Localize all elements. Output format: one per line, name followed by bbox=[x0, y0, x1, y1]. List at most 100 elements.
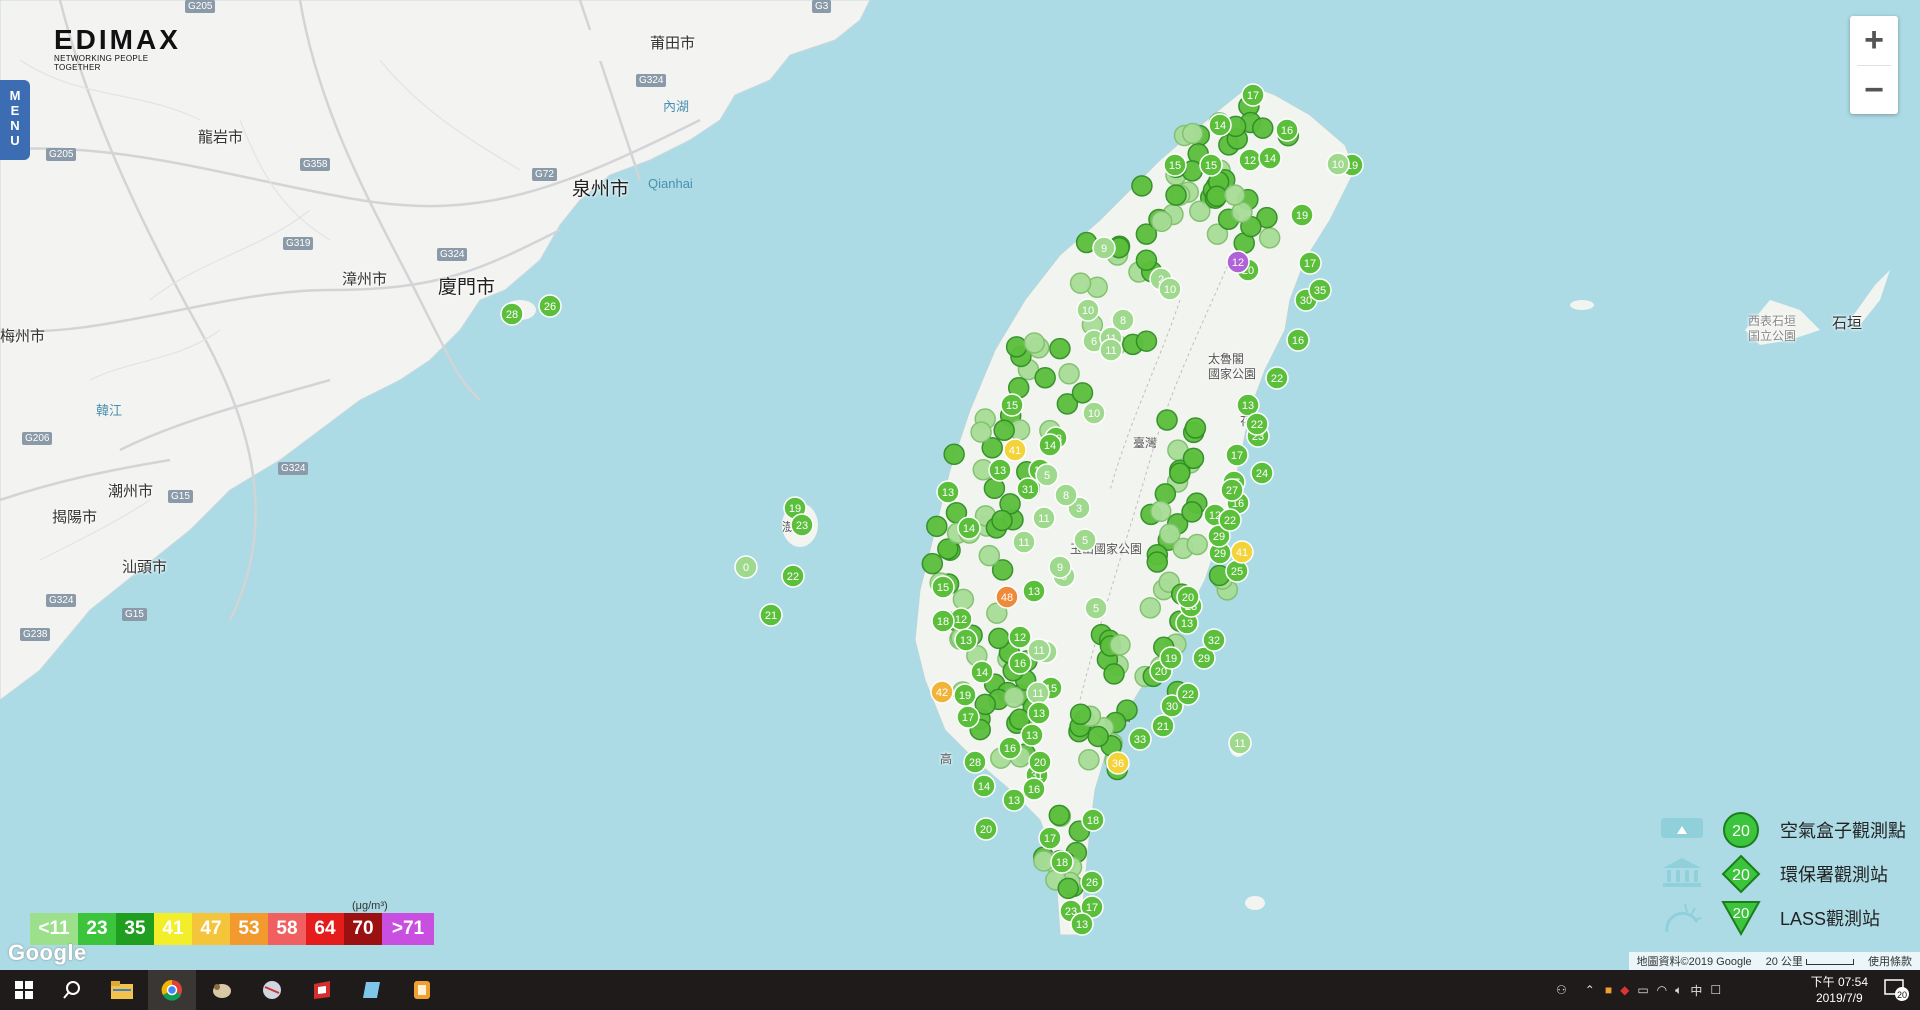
aqi-marker[interactable]: 17 bbox=[1241, 83, 1265, 107]
aqi-marker[interactable]: 18 bbox=[1050, 850, 1074, 874]
aqi-marker[interactable]: 11 bbox=[1027, 638, 1051, 662]
zoom-in-button[interactable]: + bbox=[1850, 16, 1898, 65]
aqi-marker[interactable]: 10 bbox=[1158, 277, 1182, 301]
chevron-up-icon[interactable]: ⌃ bbox=[1585, 983, 1595, 997]
aqi-marker[interactable]: 22 bbox=[781, 564, 805, 588]
aqi-marker[interactable]: 19 bbox=[1290, 203, 1314, 227]
aqi-marker[interactable]: 14 bbox=[1208, 113, 1232, 137]
aqi-marker[interactable]: 26 bbox=[538, 294, 562, 318]
aqi-marker[interactable]: 17 bbox=[1298, 251, 1322, 275]
aqi-marker[interactable]: 13 bbox=[954, 628, 978, 652]
aqi-marker[interactable]: 10 bbox=[1326, 152, 1350, 176]
aqi-marker[interactable]: 11 bbox=[1026, 681, 1050, 705]
aqi-marker[interactable]: 5 bbox=[1073, 528, 1097, 552]
aqi-marker[interactable]: 13 bbox=[1002, 788, 1026, 812]
aqi-marker[interactable]: 27 bbox=[1220, 478, 1244, 502]
aqi-marker[interactable]: 33 bbox=[1128, 727, 1152, 751]
aqi-marker[interactable]: 32 bbox=[1202, 628, 1226, 652]
ime-mode-icon[interactable]: ☐ bbox=[1710, 983, 1721, 997]
aqi-marker[interactable]: 12 bbox=[1008, 625, 1032, 649]
aqi-marker[interactable]: 8 bbox=[1054, 483, 1078, 507]
aqi-marker[interactable]: 9 bbox=[1048, 555, 1072, 579]
map-canvas[interactable]: EDIMAX NETWORKING PEOPLE TOGETHER MENU 莆… bbox=[0, 0, 1920, 970]
aqi-marker[interactable]: 35 bbox=[1308, 278, 1332, 302]
tray-shield-icon[interactable]: ◆ bbox=[1620, 983, 1629, 997]
aqi-marker[interactable]: 15 bbox=[1000, 393, 1024, 417]
aqi-marker[interactable]: 11 bbox=[1099, 338, 1123, 362]
aqi-marker[interactable]: 13 bbox=[988, 458, 1012, 482]
aqi-marker[interactable]: 22 bbox=[1176, 682, 1200, 706]
aqi-marker[interactable]: 14 bbox=[1258, 146, 1282, 170]
aqi-marker[interactable]: 41 bbox=[1230, 540, 1254, 564]
people-icon[interactable]: ⚇ bbox=[1556, 983, 1567, 997]
aqi-marker[interactable]: 18 bbox=[931, 609, 955, 633]
aqi-marker[interactable]: 21 bbox=[1151, 714, 1175, 738]
aqi-marker[interactable]: 31 bbox=[1016, 477, 1040, 501]
aqi-marker[interactable]: 11 bbox=[1032, 506, 1056, 530]
aqi-marker[interactable]: 16 bbox=[1022, 777, 1046, 801]
tray-app-icon[interactable]: ■ bbox=[1605, 983, 1612, 997]
aqi-marker[interactable]: 16 bbox=[1275, 118, 1299, 142]
aqi-marker[interactable]: 28 bbox=[500, 302, 524, 326]
aqi-marker[interactable]: 12 bbox=[1226, 250, 1250, 274]
aqi-marker[interactable]: 12 bbox=[1238, 148, 1262, 172]
zoom-out-button[interactable]: − bbox=[1850, 66, 1898, 115]
file-explorer-button[interactable] bbox=[98, 970, 146, 1010]
aqi-marker[interactable]: 20 bbox=[1176, 585, 1200, 609]
app-button-1[interactable] bbox=[198, 970, 246, 1010]
taskbar-clock[interactable]: 下午 07:54 2019/7/9 bbox=[1811, 974, 1868, 1006]
aqi-marker[interactable]: 5 bbox=[1035, 463, 1059, 487]
wifi-icon[interactable]: ◠ bbox=[1657, 983, 1667, 997]
aqi-marker[interactable]: 14 bbox=[970, 660, 994, 684]
chrome-button[interactable] bbox=[148, 970, 196, 1010]
app-button-3[interactable] bbox=[298, 970, 346, 1010]
aqi-marker[interactable]: 19 bbox=[1159, 646, 1183, 670]
aqi-marker[interactable]: 22 bbox=[1245, 412, 1269, 436]
app-button-5[interactable] bbox=[398, 970, 446, 1010]
aqi-marker[interactable]: 0 bbox=[734, 555, 758, 579]
aqi-marker[interactable]: 13 bbox=[1022, 579, 1046, 603]
aqi-marker[interactable]: 5 bbox=[1084, 596, 1108, 620]
app-button-2[interactable] bbox=[248, 970, 296, 1010]
aqi-marker[interactable]: 20 bbox=[974, 817, 998, 841]
terms-link[interactable]: 使用條款 bbox=[1868, 953, 1912, 969]
aqi-marker[interactable]: 11 bbox=[1228, 731, 1252, 755]
battery-icon[interactable]: ▭ bbox=[1637, 983, 1648, 997]
aqi-marker[interactable]: 17 bbox=[1038, 826, 1062, 850]
aqi-marker[interactable]: 41 bbox=[1003, 438, 1027, 462]
aqi-marker[interactable]: 16 bbox=[998, 736, 1022, 760]
aqi-marker[interactable]: 15 bbox=[931, 575, 955, 599]
aqi-marker[interactable]: 13 bbox=[1070, 912, 1094, 936]
aqi-marker[interactable]: 10 bbox=[1076, 298, 1100, 322]
aqi-marker[interactable]: 14 bbox=[972, 774, 996, 798]
aqi-marker[interactable]: 28 bbox=[963, 750, 987, 774]
aqi-marker[interactable]: 24 bbox=[1250, 461, 1274, 485]
volume-icon[interactable]: 🔈︎ bbox=[1675, 983, 1682, 998]
aqi-marker[interactable]: 22 bbox=[1218, 508, 1242, 532]
aqi-marker[interactable]: 14 bbox=[957, 516, 981, 540]
aqi-marker[interactable]: 42 bbox=[930, 680, 954, 704]
aqi-marker[interactable]: 15 bbox=[1163, 153, 1187, 177]
start-button[interactable] bbox=[0, 970, 48, 1010]
app-button-4[interactable] bbox=[348, 970, 396, 1010]
aqi-marker[interactable]: 13 bbox=[1020, 723, 1044, 747]
aqi-marker[interactable]: 19 bbox=[953, 683, 977, 707]
aqi-marker[interactable]: 18 bbox=[1081, 808, 1105, 832]
aqi-marker[interactable]: 14 bbox=[1038, 433, 1062, 457]
notification-center-button[interactable]: 20 bbox=[1872, 970, 1920, 1010]
aqi-marker[interactable]: 16 bbox=[1008, 651, 1032, 675]
aqi-marker[interactable]: 36 bbox=[1106, 751, 1130, 775]
aqi-marker[interactable]: 10 bbox=[1082, 401, 1106, 425]
aqi-marker[interactable]: 48 bbox=[995, 585, 1019, 609]
aqi-marker[interactable]: 22 bbox=[1265, 366, 1289, 390]
aqi-marker[interactable]: 21 bbox=[759, 603, 783, 627]
aqi-marker[interactable]: 15 bbox=[1199, 153, 1223, 177]
search-button[interactable] bbox=[48, 970, 96, 1010]
scale-bar[interactable]: 20 公里 bbox=[1766, 953, 1854, 969]
aqi-marker[interactable]: 13 bbox=[1027, 701, 1051, 725]
aqi-marker[interactable]: 26 bbox=[1080, 870, 1104, 894]
aqi-marker[interactable]: 17 bbox=[1225, 443, 1249, 467]
aqi-marker[interactable]: 16 bbox=[1286, 328, 1310, 352]
aqi-marker[interactable]: 20 bbox=[1028, 750, 1052, 774]
aqi-marker[interactable]: 23 bbox=[790, 513, 814, 537]
